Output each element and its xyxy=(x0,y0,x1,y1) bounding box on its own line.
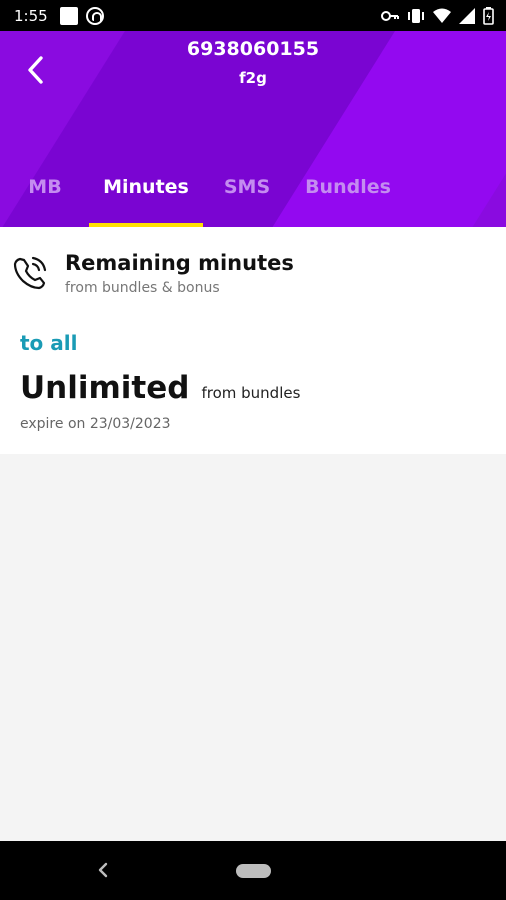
phone-ringing-icon xyxy=(13,256,47,290)
card-title: Remaining minutes xyxy=(65,251,294,275)
tab-sms[interactable]: SMS xyxy=(215,173,279,227)
tab-label: SMS xyxy=(223,176,271,198)
minutes-amount: Unlimited xyxy=(20,370,190,406)
tab-minutes[interactable]: Minutes xyxy=(89,173,203,227)
amount-source: from bundles xyxy=(201,384,301,402)
expire-date: expire on 23/03/2023 xyxy=(20,416,171,432)
tab-label: Minutes xyxy=(103,176,189,198)
header: 6938060155 f2g MB Minutes SMS Bundles xyxy=(0,31,506,227)
status-bar: 1:55 xyxy=(0,0,506,31)
card-subtitle: from bundles & bonus xyxy=(65,280,220,296)
plan-subtitle: f2g xyxy=(239,69,267,87)
vibrate-icon xyxy=(408,8,424,23)
signal-icon xyxy=(459,7,475,24)
vpn-key-icon xyxy=(381,10,399,21)
section-label: to all xyxy=(20,331,78,355)
wifi-icon xyxy=(433,8,451,23)
notification-square-icon xyxy=(59,6,78,25)
status-time: 1:55 xyxy=(14,6,48,25)
amount-row: Unlimited from bundles xyxy=(20,370,300,406)
remaining-minutes-card: Remaining minutes from bundles & bonus t… xyxy=(0,227,506,454)
tab-mb[interactable]: MB xyxy=(16,173,74,227)
tab-label: MB xyxy=(28,176,62,198)
nav-home-pill-icon[interactable] xyxy=(236,864,271,878)
phone-number-title: 6938060155 xyxy=(186,38,320,60)
data-saver-icon xyxy=(85,6,104,25)
battery-icon xyxy=(483,6,494,25)
tab-bundles[interactable]: Bundles xyxy=(298,173,398,227)
tab-label: Bundles xyxy=(305,176,391,198)
nav-back-icon[interactable] xyxy=(96,860,110,880)
active-tab-indicator xyxy=(89,223,203,227)
tab-bar: MB Minutes SMS Bundles xyxy=(0,173,506,227)
system-nav-bar xyxy=(0,841,506,900)
